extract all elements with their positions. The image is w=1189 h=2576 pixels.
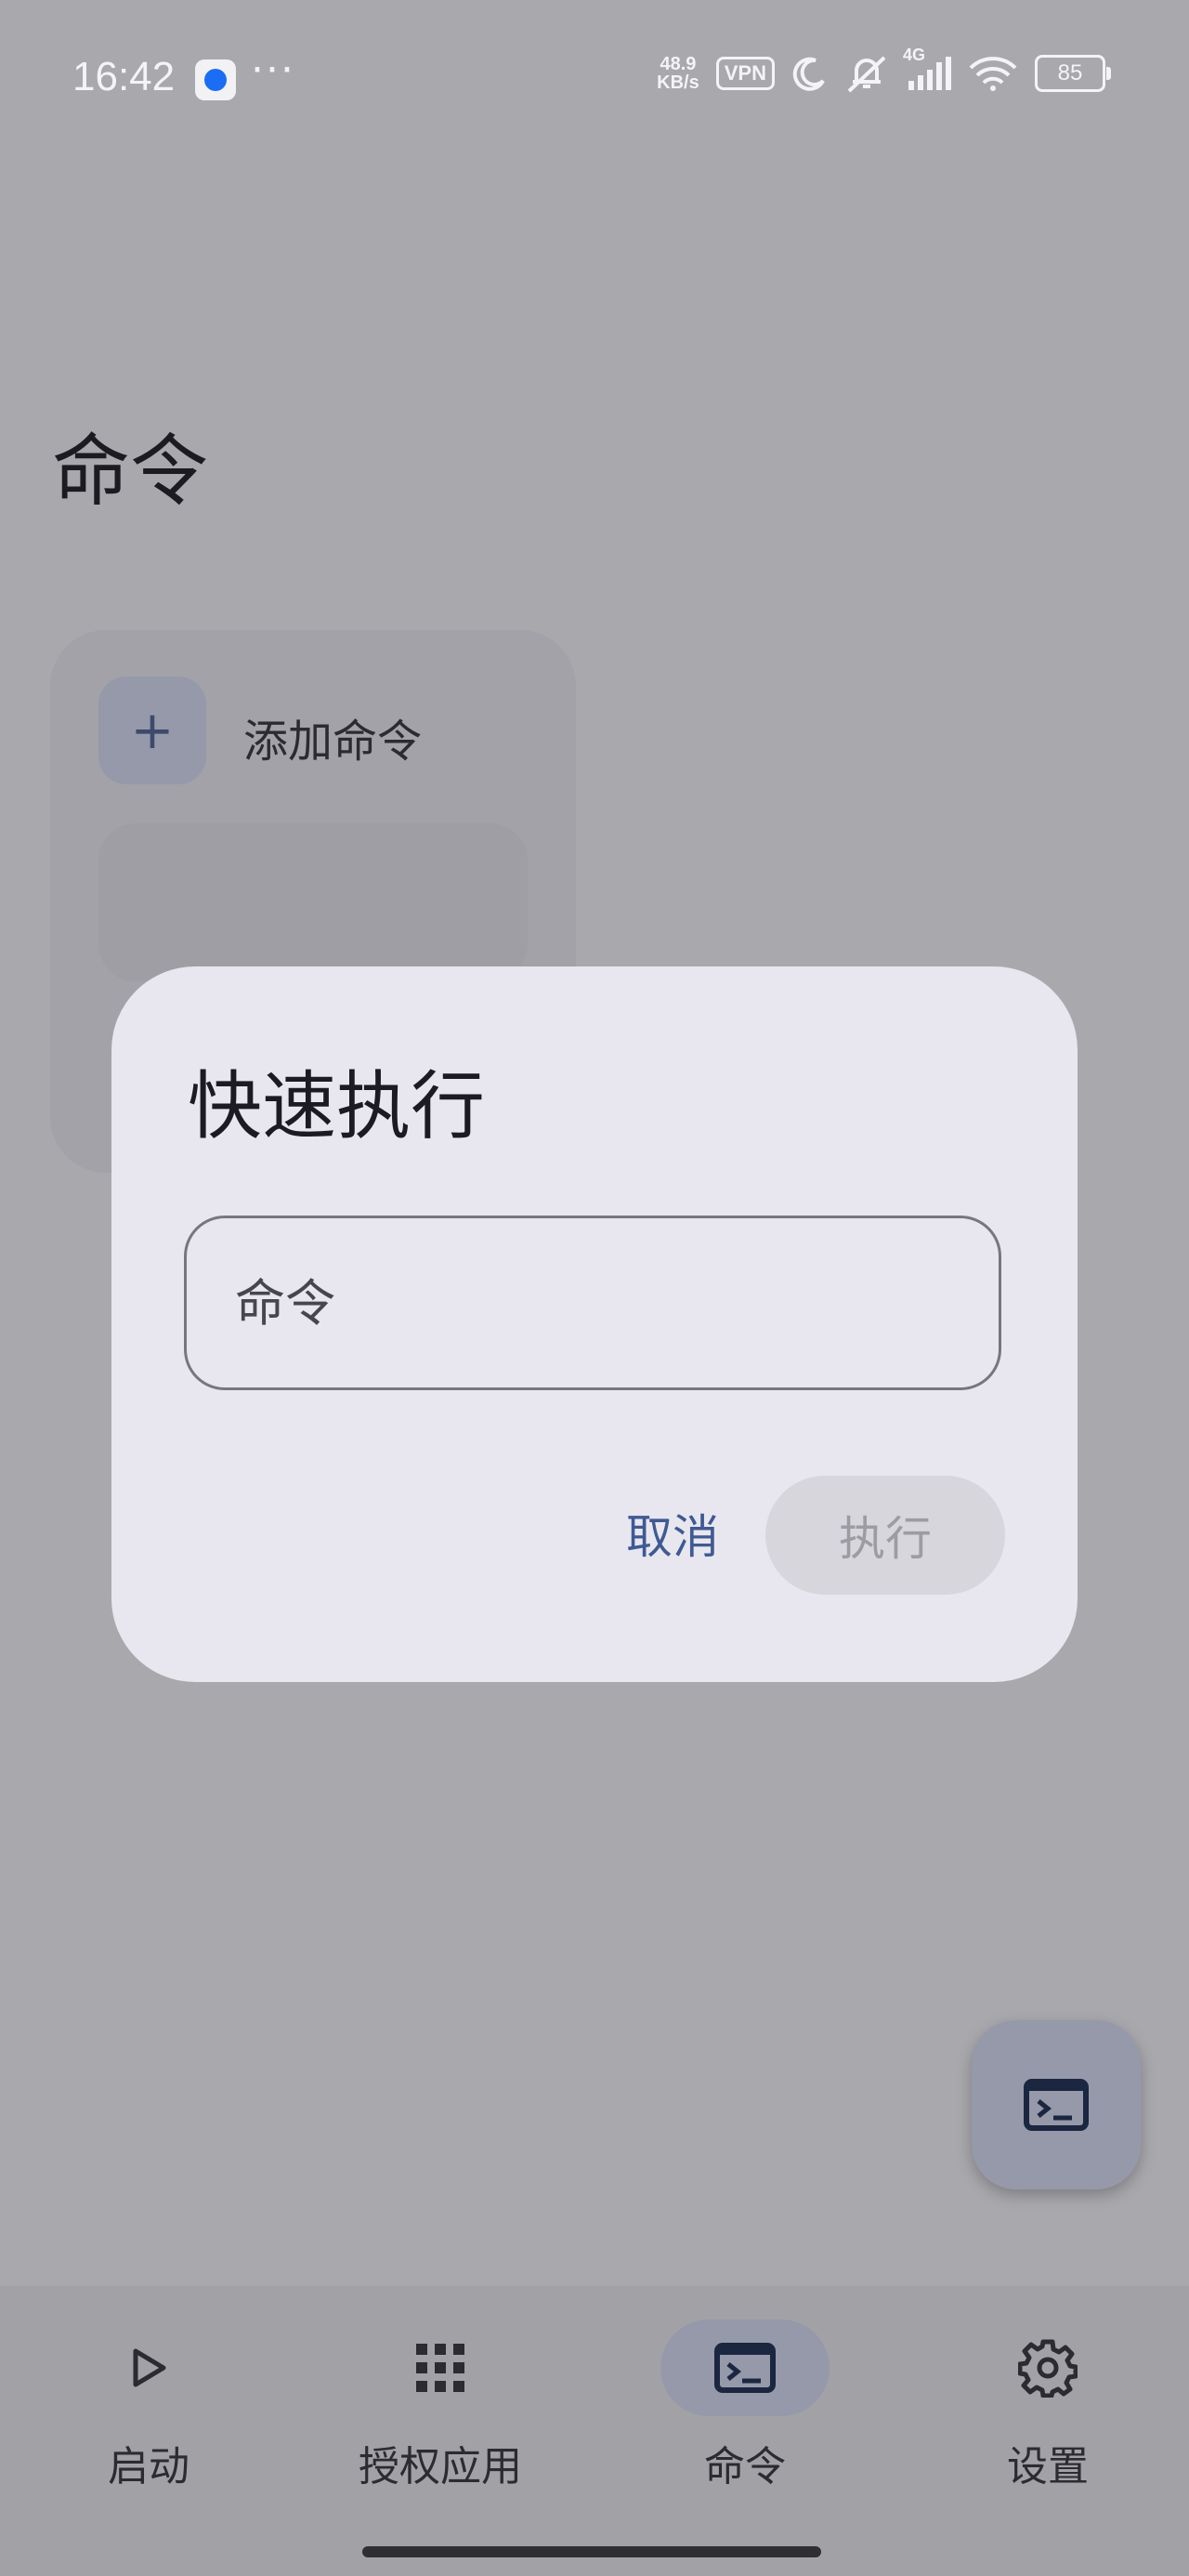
nav-icon-container (660, 2320, 830, 2416)
status-icons: 48.9 KB/s VPN 4G 85 (657, 46, 1111, 93)
quick-run-fab[interactable] (972, 2020, 1141, 2189)
nav-icon-container (963, 2320, 1132, 2416)
command-input[interactable] (184, 1216, 1001, 1390)
nav-label: 授权应用 (359, 2443, 522, 2491)
nav-item-authorized-apps[interactable]: 授权应用 (292, 2286, 589, 2528)
status-time: 16:42 (72, 54, 176, 99)
command-placeholder (98, 823, 528, 981)
dialog-title: 快速执行 (188, 1063, 485, 1150)
battery-indicator: 85 (1035, 55, 1111, 92)
cellular-signal-icon: 4G (903, 46, 951, 92)
terminal-icon (1024, 2079, 1089, 2131)
nav-label: 命令 (704, 2443, 786, 2491)
home-indicator[interactable] (362, 2546, 821, 2557)
moon-icon (791, 55, 829, 92)
status-bar: 16:42 ··· 48.9 KB/s VPN 4G 85 (0, 0, 1189, 158)
nav-label: 启动 (108, 2443, 189, 2491)
play-icon (133, 2348, 166, 2387)
execute-button[interactable]: 执行 (765, 1476, 1005, 1595)
network-type: 4G (903, 46, 926, 64)
cancel-button[interactable]: 取消 (589, 1474, 756, 1593)
vpn-badge: VPN (715, 57, 775, 90)
app-notification-icon (195, 59, 236, 100)
nav-label: 设置 (1007, 2443, 1089, 2491)
nav-icon-container (356, 2320, 525, 2416)
nav-item-settings[interactable]: 设置 (899, 2286, 1189, 2528)
wifi-icon (968, 55, 1018, 92)
network-speed-value: 48.9 (660, 54, 697, 74)
more-notifications-icon: ··· (251, 46, 295, 94)
nav-item-start[interactable]: 启动 (0, 2286, 297, 2528)
quick-run-dialog: 快速执行 取消 执行 (111, 966, 1078, 1682)
page-title: 命令 (52, 426, 209, 517)
network-speed: 48.9 KB/s (657, 55, 699, 92)
gear-icon (1018, 2339, 1078, 2398)
grid-icon (416, 2344, 464, 2392)
network-speed-unit: KB/s (657, 72, 699, 93)
bell-muted-icon (845, 54, 888, 93)
bottom-navigation: 启动 授权应用 命令 设置 (0, 2286, 1189, 2576)
terminal-icon (714, 2343, 776, 2393)
nav-item-commands[interactable]: 命令 (596, 2286, 894, 2528)
nav-icon-container (64, 2320, 233, 2416)
add-command-label[interactable]: 添加命令 (243, 704, 422, 769)
add-icon[interactable]: + (98, 677, 206, 784)
